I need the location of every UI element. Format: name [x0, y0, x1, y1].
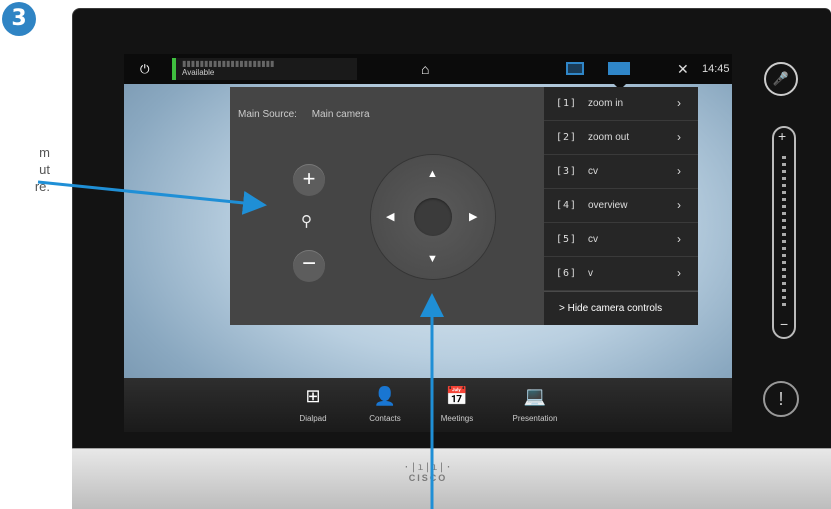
- preset-item[interactable]: [2] zoom out ›: [544, 121, 698, 155]
- preset-number: [5]: [556, 234, 578, 245]
- volume-up-button[interactable]: +: [778, 128, 786, 144]
- volume-control[interactable]: + −: [772, 126, 796, 339]
- calendar-icon: 📅: [445, 386, 469, 406]
- device-chin: ·|ı|ı|· CISCO: [72, 448, 831, 509]
- power-icon[interactable]: ⏻: [140, 54, 150, 84]
- top-status-bar: ⏻ ▮▮▮▮▮▮▮▮▮▮▮▮▮▮▮▮▮▮▮▮▮ Available ⌂ ✕ 14…: [124, 54, 732, 84]
- mute-microphone-button[interactable]: 🎤: [764, 62, 798, 96]
- dpad-center: [414, 198, 452, 236]
- cisco-logo-text: CISCO: [408, 473, 448, 483]
- volume-down-button[interactable]: −: [780, 316, 788, 332]
- annotation-note-line: re.: [34, 179, 50, 194]
- status-indicator[interactable]: ▮▮▮▮▮▮▮▮▮▮▮▮▮▮▮▮▮▮▮▮▮ Available: [172, 58, 357, 80]
- preset-label: zoom out: [588, 132, 630, 143]
- preset-label: cv: [588, 166, 598, 177]
- preset-label: zoom in: [588, 98, 624, 109]
- camera-preset-list: [1] zoom in › [2] zoom out › [3] cv › [4…: [544, 87, 698, 325]
- preset-item[interactable]: [6] v ›: [544, 257, 698, 291]
- preset-label: v: [588, 268, 593, 279]
- camera-icon[interactable]: [608, 62, 630, 75]
- preset-item[interactable]: [5] cv ›: [544, 223, 698, 257]
- clock: 14:45: [702, 63, 730, 75]
- contacts-icon: 👤: [373, 386, 397, 406]
- annotation-note-line: m: [39, 145, 50, 160]
- camera-direction-pad[interactable]: ▲ ◀ ▶ ▼: [371, 155, 495, 279]
- chevron-right-icon: ›: [677, 164, 681, 178]
- annotation-note-line: ut: [39, 162, 50, 177]
- cisco-logo: ·|ı|ı|· CISCO: [398, 462, 458, 484]
- step-number-badge: 3: [2, 2, 36, 36]
- pan-left-button[interactable]: ◀: [386, 210, 394, 223]
- dock-label: Presentation: [512, 414, 558, 423]
- preset-number: [2]: [556, 132, 578, 143]
- dock-item-meetings[interactable]: 📅 Meetings: [422, 378, 492, 432]
- dock-label: Contacts: [369, 414, 401, 423]
- chevron-right-icon: ›: [677, 198, 681, 212]
- preset-label: overview: [588, 200, 628, 211]
- main-source-value: Main camera: [311, 109, 370, 120]
- hide-camera-controls-label: > Hide camera controls: [559, 303, 663, 314]
- preset-number: [4]: [556, 200, 578, 211]
- hide-camera-controls-button[interactable]: > Hide camera controls: [544, 291, 698, 325]
- preset-label: cv: [588, 234, 598, 245]
- preset-number: [1]: [556, 98, 578, 109]
- pan-right-button[interactable]: ▶: [469, 210, 477, 223]
- dock-item-presentation[interactable]: 💻 Presentation: [500, 378, 570, 432]
- dock-item-contacts[interactable]: 👤 Contacts: [350, 378, 420, 432]
- alert-button[interactable]: !: [763, 381, 799, 417]
- wrench-icon[interactable]: ✕: [677, 54, 689, 84]
- chevron-right-icon: ›: [677, 130, 681, 144]
- magnifier-icon: ⚲: [301, 213, 312, 230]
- dock-label: Meetings: [440, 414, 474, 423]
- main-source-label: Main Source:: [238, 109, 297, 120]
- dock-label: Dialpad: [299, 414, 327, 423]
- preset-item[interactable]: [1] zoom in ›: [544, 87, 698, 121]
- pan-up-button[interactable]: ▲: [427, 168, 438, 180]
- zoom-in-button[interactable]: +: [293, 164, 325, 196]
- bottom-dock: ⊞ Dialpad 👤 Contacts 📅 Meetings 💻 Presen…: [124, 378, 732, 432]
- touch-screen: ⏻ ▮▮▮▮▮▮▮▮▮▮▮▮▮▮▮▮▮▮▮▮▮ Available ⌂ ✕ 14…: [124, 54, 732, 432]
- home-icon[interactable]: ⌂: [421, 54, 429, 84]
- preset-number: [6]: [556, 268, 578, 279]
- pan-down-button[interactable]: ▼: [427, 253, 438, 265]
- dialpad-icon: ⊞: [305, 386, 321, 406]
- selfview-icon[interactable]: [566, 62, 584, 75]
- camera-control-panel: Main Source: Main camera + ⚲ − ▲ ◀ ▶ ▼ […: [230, 87, 698, 325]
- main-source: Main Source: Main camera: [238, 109, 382, 120]
- touch-panel-device: ⏻ ▮▮▮▮▮▮▮▮▮▮▮▮▮▮▮▮▮▮▮▮▮ Available ⌂ ✕ 14…: [72, 8, 831, 509]
- laptop-icon: 💻: [523, 386, 547, 406]
- annotation-note: m ut re.: [0, 144, 50, 195]
- chevron-right-icon: ›: [677, 232, 681, 246]
- status-text: Available: [182, 68, 215, 77]
- volume-level-track[interactable]: [782, 156, 786, 310]
- zoom-out-button[interactable]: −: [293, 250, 325, 282]
- cisco-logo-bars: ·|ı|ı|·: [403, 462, 453, 473]
- preset-number: [3]: [556, 166, 578, 177]
- chevron-right-icon: ›: [677, 96, 681, 110]
- chevron-right-icon: ›: [677, 266, 681, 280]
- dock-item-dialpad[interactable]: ⊞ Dialpad: [278, 378, 348, 432]
- preset-item[interactable]: [3] cv ›: [544, 155, 698, 189]
- preset-item[interactable]: [4] overview ›: [544, 189, 698, 223]
- system-name: ▮▮▮▮▮▮▮▮▮▮▮▮▮▮▮▮▮▮▮▮▮: [182, 59, 275, 68]
